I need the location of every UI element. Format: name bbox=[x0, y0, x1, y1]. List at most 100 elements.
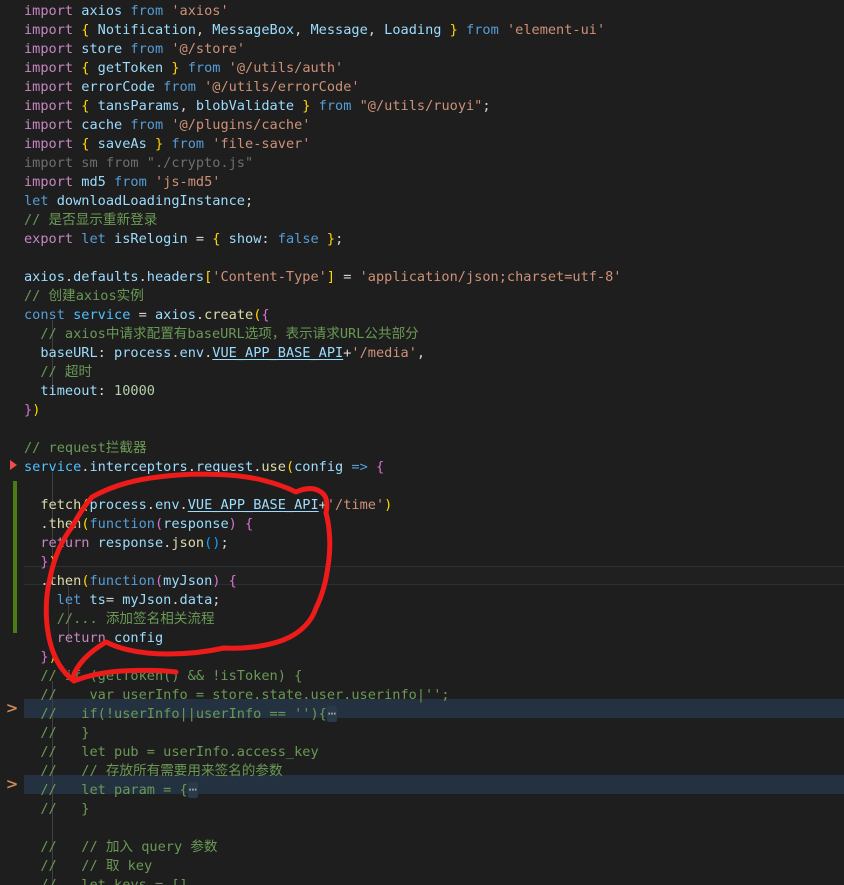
code-token: false bbox=[277, 231, 319, 247]
code-token: ( bbox=[154, 516, 164, 532]
code-line[interactable]: import axios from 'axios' bbox=[24, 2, 844, 21]
code-token: from bbox=[187, 60, 221, 76]
code-line[interactable]: // let pub = userInfo.access_key bbox=[24, 743, 844, 762]
code-token: // } bbox=[24, 801, 90, 817]
code-token: } bbox=[154, 136, 164, 152]
code-editor[interactable]: > > import axios from 'axios' import { Not… bbox=[0, 0, 844, 885]
code-line[interactable]: return config bbox=[24, 629, 844, 648]
code-token: VUE_APP_BASE_API bbox=[187, 497, 319, 513]
code-line[interactable]: import sm from "./crypto.js" bbox=[24, 154, 844, 173]
code-line[interactable]: }) bbox=[24, 401, 844, 420]
code-token: : bbox=[97, 345, 115, 361]
code-line[interactable]: export let isRelogin = { show: false }; bbox=[24, 230, 844, 249]
chevron-right-glyph: > bbox=[5, 699, 19, 717]
code-token: // let pub = userInfo.access_key bbox=[24, 744, 319, 760]
code-line[interactable]: import { tansParams, blobValidate } from… bbox=[24, 97, 844, 116]
code-token: => bbox=[351, 459, 368, 475]
code-line[interactable]: // 超时 bbox=[24, 363, 844, 382]
code-token: let bbox=[81, 231, 106, 247]
code-line[interactable]: let ts= myJson.data; bbox=[24, 591, 844, 610]
code-line[interactable]: // // 加入 query 参数 bbox=[24, 838, 844, 857]
code-line[interactable]: import { getToken } from '@/utils/auth' bbox=[24, 59, 844, 78]
code-line[interactable]: import md5 from 'js-md5' bbox=[24, 173, 844, 192]
code-line[interactable]: // } bbox=[24, 800, 844, 819]
code-line[interactable] bbox=[24, 420, 844, 439]
code-line[interactable]: // if (getToken() && !isToken) { bbox=[24, 667, 844, 686]
code-line[interactable]: //... 添加签名相关流程 bbox=[24, 610, 844, 629]
code-line[interactable]: .then(function(myJson) { bbox=[24, 572, 844, 591]
code-token: baseURL bbox=[40, 345, 98, 361]
code-token: . bbox=[64, 269, 74, 285]
code-line[interactable] bbox=[24, 249, 844, 268]
code-line[interactable] bbox=[24, 819, 844, 838]
code-token: 'file-saver' bbox=[212, 136, 311, 152]
code-token: = bbox=[187, 231, 213, 247]
code-token: "@/utils/ruoyi" bbox=[359, 98, 483, 114]
code-line[interactable]: timeout: 10000 bbox=[24, 382, 844, 401]
code-line[interactable]: import store from '@/store' bbox=[24, 40, 844, 59]
code-line[interactable]: const service = axios.create({ bbox=[24, 306, 844, 325]
code-line[interactable] bbox=[24, 477, 844, 496]
code-line[interactable]: // 是否显示重新登录 bbox=[24, 211, 844, 230]
code-token: isRelogin bbox=[114, 231, 188, 247]
code-token: let bbox=[56, 592, 82, 608]
code-token: '/time' bbox=[326, 497, 385, 513]
code-line[interactable]: // // 取 key bbox=[24, 857, 844, 876]
code-line[interactable]: import { Notification, MessageBox, Messa… bbox=[24, 21, 844, 40]
code-line[interactable]: // } bbox=[24, 724, 844, 743]
code-token: config bbox=[114, 630, 164, 646]
code-line[interactable]: // // 存放所有需要用来签名的参数 bbox=[24, 762, 844, 781]
code-line[interactable]: baseURL: process.env.VUE_APP_BASE_API+'/… bbox=[24, 344, 844, 363]
code-token: ) bbox=[228, 516, 237, 532]
code-token: 'Content-Type' bbox=[212, 269, 327, 285]
code-line[interactable]: // let param = {⋯ bbox=[24, 781, 844, 800]
code-token: // let param = { bbox=[24, 782, 188, 798]
code-token: function bbox=[89, 573, 155, 589]
code-line[interactable]: import { saveAs } from 'file-saver' bbox=[24, 135, 844, 154]
code-token: // 创建axios实例 bbox=[24, 288, 144, 304]
editor-gutter[interactable]: > > bbox=[0, 0, 24, 885]
code-token: 'application/json;charset=utf-8' bbox=[359, 269, 622, 285]
code-line[interactable]: return response.json(); bbox=[24, 534, 844, 553]
code-token: 'element-ui' bbox=[506, 22, 606, 38]
code-line[interactable]: let downloadLoadingInstance; bbox=[24, 192, 844, 211]
code-line[interactable]: axios.defaults.headers['Content-Type'] =… bbox=[24, 268, 844, 287]
code-line[interactable]: import errorCode from '@/utils/errorCode… bbox=[24, 78, 844, 97]
code-line[interactable]: import cache from '@/plugins/cache' bbox=[24, 116, 844, 135]
chevron-right-icon[interactable]: > bbox=[0, 699, 24, 718]
code-line[interactable]: fetch(process.env.VUE_APP_BASE_API+'/tim… bbox=[24, 496, 844, 515]
code-token: ⋯ bbox=[187, 782, 198, 798]
code-token: from bbox=[318, 98, 352, 114]
code-line[interactable]: // var userInfo = store.state.user.useri… bbox=[24, 686, 844, 705]
play-triangle-icon[interactable] bbox=[0, 455, 24, 474]
code-token: Loading bbox=[384, 22, 442, 38]
code-token: function bbox=[89, 516, 155, 532]
modified-lines-bar[interactable] bbox=[13, 481, 17, 633]
code-token: import bbox=[24, 3, 74, 19]
code-line[interactable]: service.interceptors.request.use(config … bbox=[24, 458, 844, 477]
code-line[interactable]: // let keys = [] bbox=[24, 876, 844, 885]
chevron-right-glyph: > bbox=[5, 775, 19, 793]
code-token: // if(!userInfo||userInfo == ''){ bbox=[24, 706, 327, 722]
code-token: '/media' bbox=[351, 345, 417, 361]
code-line[interactable]: }) bbox=[24, 648, 844, 667]
chevron-right-icon[interactable]: > bbox=[0, 775, 24, 794]
code-token: // 超时 bbox=[24, 364, 93, 380]
code-token: 10000 bbox=[114, 383, 155, 399]
code-line[interactable]: // request拦截器 bbox=[24, 439, 844, 458]
code-line[interactable]: // axios中请求配置有baseURL选项，表示请求URL公共部分 bbox=[24, 325, 844, 344]
code-line[interactable]: .then(function(response) { bbox=[24, 515, 844, 534]
code-token: . bbox=[179, 497, 188, 513]
code-line[interactable]: // 创建axios实例 bbox=[24, 287, 844, 306]
code-content[interactable]: import axios from 'axios' import { Notifi… bbox=[24, 2, 844, 885]
code-token: // var userInfo = store.state.user.useri… bbox=[24, 687, 450, 703]
code-line[interactable]: // if(!userInfo||userInfo == ''){⋯ bbox=[24, 705, 844, 724]
code-token: service bbox=[24, 459, 82, 475]
code-line[interactable]: }) bbox=[24, 553, 844, 572]
code-token: import sm from "./crypto.js" bbox=[24, 155, 254, 171]
code-token: = bbox=[105, 592, 123, 608]
